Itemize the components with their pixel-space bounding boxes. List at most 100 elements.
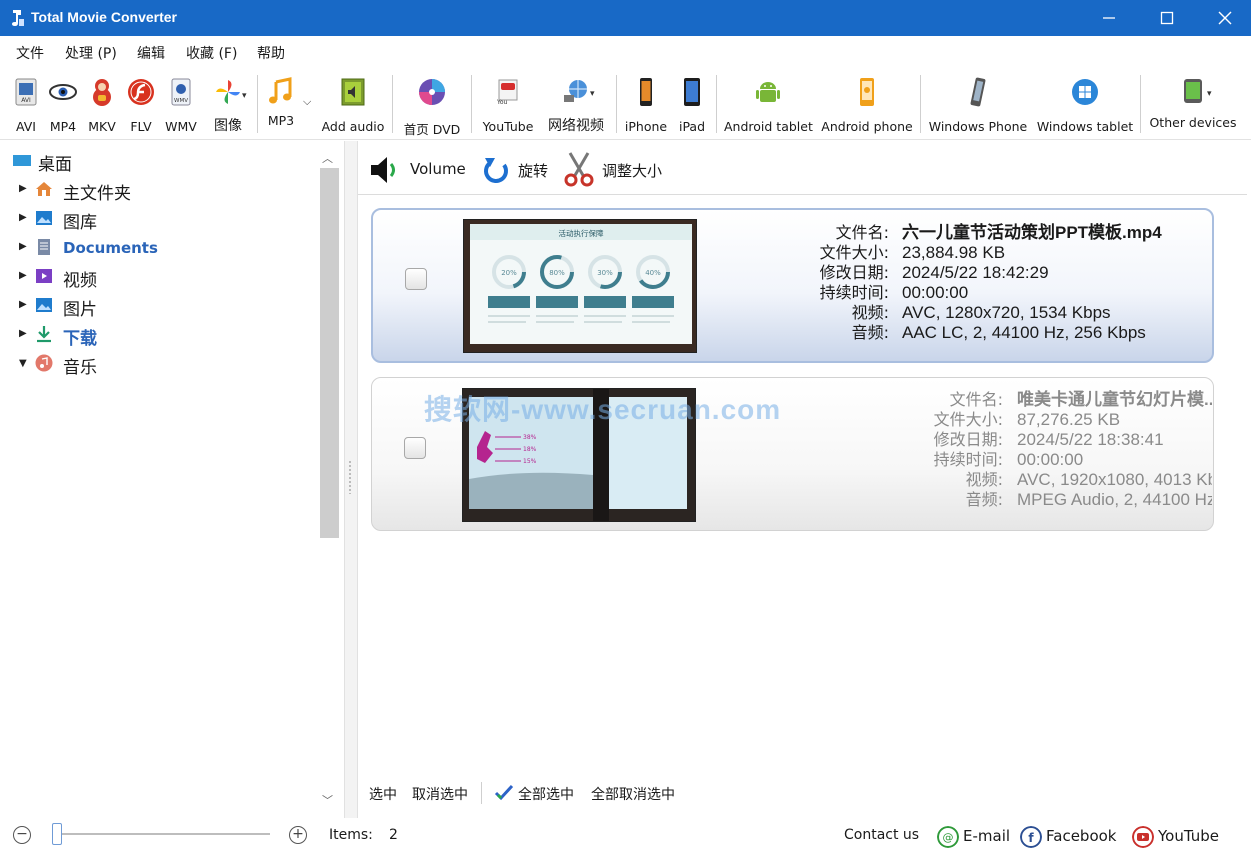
- resize-button[interactable]: 调整大小: [562, 151, 672, 187]
- toolbar-separator: [920, 75, 921, 133]
- volume-button[interactable]: Volume: [368, 151, 478, 187]
- web-video-dropdown-icon[interactable]: ▾: [590, 89, 595, 99]
- svg-text:@: @: [943, 831, 954, 844]
- label-filename: 文件名:: [949, 390, 1003, 409]
- toolbar: AVI AVI MP4 MKV FLV WMV WMV ▾ 图像 MP3 ⌵ A…: [0, 67, 1251, 140]
- splitter-grip-icon[interactable]: [348, 460, 352, 494]
- windows-phone-label: Windows Phone: [928, 119, 1028, 134]
- youtube-icon: You: [496, 79, 518, 106]
- menu-process[interactable]: 处理 (P): [65, 43, 117, 63]
- image-dropdown-icon[interactable]: ▾: [242, 91, 247, 101]
- minimize-button[interactable]: [1080, 0, 1138, 36]
- tree-scrollbar-thumb[interactable]: [320, 168, 339, 538]
- mp3-dropdown-icon[interactable]: ⌵: [303, 95, 311, 109]
- email-link[interactable]: @ E-mail: [937, 826, 1015, 850]
- tree-item-pictures[interactable]: ▶ 图片: [0, 291, 320, 320]
- maximize-button[interactable]: [1138, 0, 1196, 36]
- thumb-pct: 20%: [501, 269, 517, 277]
- zoom-out-button[interactable]: −: [13, 826, 31, 844]
- image-button[interactable]: ▾ 图像: [207, 77, 249, 135]
- expand-arrow-icon[interactable]: ▶: [19, 270, 27, 281]
- youtube-button[interactable]: You YouTube: [478, 77, 538, 134]
- deselect-link[interactable]: 取消选中: [412, 784, 468, 804]
- deselect-all-link[interactable]: 全部取消选中: [591, 784, 675, 804]
- mkv-button[interactable]: MKV: [85, 77, 119, 134]
- web-video-button[interactable]: ▾ 网络视频: [544, 77, 608, 135]
- android-phone-button[interactable]: Android phone: [821, 77, 913, 134]
- file-card[interactable]: 活动执行保障 20% 80% 30% 40% 文件名: 文件大小: 修改日期: …: [371, 208, 1214, 363]
- ipad-button[interactable]: iPad: [675, 77, 709, 134]
- file-audio-info: AAC LC, 2, 44100 Hz, 256 Kbps: [902, 323, 1146, 342]
- tree-label-documents: Documents: [63, 239, 158, 257]
- add-audio-button[interactable]: Add audio: [321, 77, 385, 134]
- status-bar: − + Items: 2 Contact us @ E-mail f Faceb…: [0, 818, 1251, 856]
- youtube-play-icon: [1132, 826, 1154, 848]
- select-all-link[interactable]: 全部选中: [518, 784, 574, 804]
- selection-bar: 选中 取消选中 全部选中 全部取消选中: [358, 778, 1247, 808]
- tree-item-desktop[interactable]: 桌面: [0, 146, 320, 175]
- thumb-pct: 30%: [597, 269, 613, 277]
- dvd-button[interactable]: 首页 DVD: [400, 77, 464, 138]
- action-bar: Volume 旋转 调整大小: [358, 143, 1247, 195]
- tree-item-downloads[interactable]: ▶ 下载: [0, 320, 320, 349]
- expand-arrow-icon[interactable]: ▶: [19, 299, 27, 310]
- mp4-button[interactable]: MP4: [46, 77, 80, 134]
- ipad-icon: [684, 78, 700, 106]
- expand-arrow-icon[interactable]: ▶: [19, 183, 27, 194]
- pinwheel-icon: [216, 80, 240, 104]
- globe-network-icon: [564, 80, 587, 102]
- tree-item-home[interactable]: ▶ 主文件夹: [0, 175, 320, 204]
- zoom-in-button[interactable]: +: [289, 826, 307, 844]
- flv-button[interactable]: FLV: [124, 77, 158, 134]
- iphone-button[interactable]: iPhone: [624, 77, 668, 134]
- file-checkbox[interactable]: [404, 437, 426, 459]
- tree-item-documents[interactable]: ▶ Documents: [0, 233, 320, 261]
- select-link[interactable]: 选中: [369, 784, 397, 804]
- menu-help[interactable]: 帮助: [257, 43, 285, 63]
- avi-button[interactable]: AVI AVI: [9, 77, 43, 134]
- scroll-down-icon[interactable]: ﹀: [322, 792, 333, 808]
- zoom-slider-thumb[interactable]: [52, 823, 62, 845]
- items-label: Items:: [329, 827, 373, 843]
- tree-item-music[interactable]: ▼ 音乐: [0, 349, 320, 378]
- close-button[interactable]: [1196, 0, 1251, 36]
- zoom-slider-track[interactable]: [56, 833, 270, 835]
- collapse-arrow-icon[interactable]: ▼: [19, 358, 27, 369]
- other-devices-button[interactable]: ▾ Other devices: [1147, 77, 1239, 130]
- tree-item-videos[interactable]: ▶ 视频: [0, 262, 320, 291]
- other-devices-label: Other devices: [1149, 115, 1237, 130]
- file-size: 87,276.25 KB: [1017, 410, 1121, 429]
- wmv-button[interactable]: WMV WMV: [164, 77, 198, 134]
- add-audio-label: Add audio: [321, 119, 385, 134]
- expand-arrow-icon[interactable]: ▶: [19, 212, 27, 223]
- toolbar-separator: [471, 75, 472, 133]
- windows-logo-icon: [1072, 79, 1098, 105]
- android-phone-label: Android phone: [821, 119, 913, 134]
- youtube-link[interactable]: YouTube: [1132, 826, 1227, 850]
- device-icon: [1184, 79, 1202, 103]
- file-checkbox[interactable]: [405, 268, 427, 290]
- tree-item-gallery[interactable]: ▶ 图库: [0, 204, 320, 233]
- windows-phone-button[interactable]: Windows Phone: [928, 77, 1028, 134]
- windows-tablet-button[interactable]: Windows tablet: [1035, 77, 1135, 134]
- android-tablet-button[interactable]: Android tablet: [724, 77, 813, 134]
- label-modified: 修改日期:: [933, 430, 1003, 449]
- file-name: 六一儿童节活动策划PPT模板.mp4: [902, 223, 1162, 242]
- rotate-button[interactable]: 旋转: [482, 151, 552, 187]
- menu-favorites[interactable]: 收藏 (F): [186, 43, 237, 63]
- facebook-link[interactable]: f Facebook: [1020, 826, 1125, 850]
- watermark: 搜软网-www.secruan.com: [424, 394, 782, 425]
- other-devices-dropdown-icon[interactable]: ▾: [1207, 89, 1212, 99]
- expand-arrow-icon[interactable]: ▶: [19, 328, 27, 339]
- matryoshka-icon: [93, 79, 111, 106]
- file-modified: 2024/5/22 18:42:29: [902, 263, 1049, 282]
- mp3-button[interactable]: MP3: [264, 77, 298, 128]
- tree-label-home: 主文件夹: [63, 184, 131, 204]
- rotate-label: 旋转: [518, 162, 549, 180]
- expand-arrow-icon[interactable]: ▶: [19, 241, 27, 252]
- menu-edit[interactable]: 编辑: [137, 43, 165, 63]
- mp4-label: MP4: [49, 119, 77, 134]
- menu-file[interactable]: 文件: [16, 43, 44, 63]
- label-filename: 文件名:: [835, 223, 889, 242]
- scroll-up-icon[interactable]: ︿: [322, 150, 333, 166]
